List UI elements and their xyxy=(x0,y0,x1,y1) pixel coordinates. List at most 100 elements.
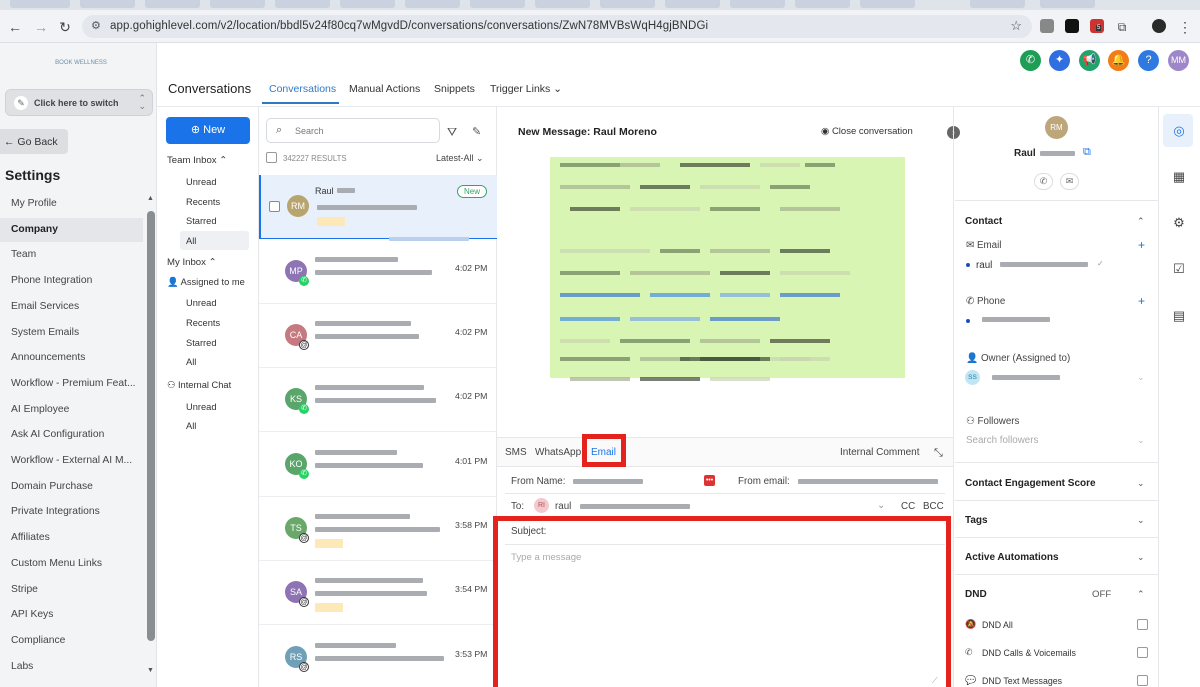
engagement-score-header[interactable]: Contact Engagement Score xyxy=(965,478,1096,489)
scroll-down-icon[interactable]: ▼ xyxy=(147,667,154,674)
my-unread[interactable]: Unread xyxy=(186,298,217,308)
cc-button[interactable]: CC xyxy=(901,501,915,512)
conversation-row[interactable]: KO ✆ 4:01 PM xyxy=(259,433,497,497)
conversation-row[interactable]: CA @4:02 PM xyxy=(259,304,497,368)
extension-dark-icon[interactable] xyxy=(1065,19,1079,33)
back-arrow-icon[interactable]: ← xyxy=(6,18,24,36)
camera-icon[interactable] xyxy=(1040,19,1054,33)
sidebar-item-ai-employee[interactable]: AI Employee xyxy=(0,398,143,422)
internal-chat-header[interactable]: ⚇ Internal Chat xyxy=(167,380,231,391)
sidebar-item-ask-ai-configuration[interactable]: Ask AI Configuration xyxy=(0,423,143,447)
conversation-row[interactable]: RS @3:53 PM xyxy=(259,626,497,687)
sidebar-item-team[interactable]: Team xyxy=(0,243,143,267)
team-starred[interactable]: Starred xyxy=(186,216,217,226)
new-conversation-button[interactable]: ⊕ New xyxy=(166,117,250,144)
puzzle-icon[interactable]: ⧉ xyxy=(1113,18,1131,36)
chevron-down-icon[interactable]: ⌄ xyxy=(1137,435,1145,446)
team-all[interactable]: All xyxy=(186,236,196,246)
megaphone-icon[interactable]: 📢 xyxy=(1079,50,1100,71)
dnd-header[interactable]: DND xyxy=(965,589,987,600)
owner-value-blur[interactable] xyxy=(992,375,1060,380)
contact-section-header[interactable]: Contact xyxy=(965,216,1002,227)
address-bar[interactable]: ⚙ app.gohighlevel.com/v2/location/bbdl5v… xyxy=(82,15,1032,38)
chevron-down-icon[interactable]: ⌄ xyxy=(1137,372,1145,383)
tab-internal-comment[interactable]: Internal Comment xyxy=(840,447,919,458)
dnd-all-checkbox[interactable] xyxy=(1137,619,1148,630)
tab-snippets[interactable]: Snippets xyxy=(434,83,475,95)
sidebar-item-workflow-external-ai-m[interactable]: Workflow - External AI M... xyxy=(0,449,143,473)
notes-icon[interactable]: ▤ xyxy=(1170,307,1188,325)
phone-value-blur[interactable] xyxy=(982,317,1050,322)
sort-dropdown[interactable]: Latest-All ⌄ xyxy=(436,153,484,164)
sidebar-item-announcements[interactable]: Announcements xyxy=(0,346,143,370)
site-info-icon[interactable]: ⚙ xyxy=(91,19,101,32)
sidebar-item-api-keys[interactable]: API Keys xyxy=(0,603,143,627)
sidebar-item-workflow-premium-feat[interactable]: Workflow - Premium Feat... xyxy=(0,372,143,396)
tab-sms[interactable]: SMS xyxy=(505,447,527,458)
chevron-up-icon[interactable]: ⌃ xyxy=(1137,216,1145,227)
followers-search[interactable]: Search followers xyxy=(966,435,1038,446)
sidebar-scrollbar[interactable] xyxy=(147,211,155,641)
select-all-checkbox[interactable] xyxy=(266,152,277,163)
sidebar-item-affiliates[interactable]: Affiliates xyxy=(0,526,143,550)
compose-icon[interactable]: ✎ xyxy=(472,125,481,138)
close-conversation-button[interactable]: ◉ Close conversation xyxy=(821,126,913,137)
assigned-to-me[interactable]: 👤 Assigned to me xyxy=(167,277,245,288)
calendar-icon[interactable]: ▦ xyxy=(1170,168,1188,186)
mail-icon[interactable]: ✉ xyxy=(1060,173,1079,190)
tags-header[interactable]: Tags xyxy=(965,515,988,526)
chevron-down-icon[interactable]: ⌄ xyxy=(1137,478,1145,489)
row-checkbox[interactable] xyxy=(269,201,280,212)
chevron-down-icon[interactable]: ⌄ xyxy=(877,500,885,511)
task-check-icon[interactable]: ☑ xyxy=(1170,260,1188,278)
search-input[interactable]: ⌕ Search xyxy=(266,118,440,143)
phone-icon[interactable]: ✆ xyxy=(1020,50,1041,71)
template-icon[interactable]: ••• xyxy=(704,475,715,486)
bcc-button[interactable]: BCC xyxy=(923,501,944,512)
quick-actions-icon[interactable]: ✦ xyxy=(1049,50,1070,71)
collapse-icon[interactable]: ⤡ xyxy=(934,447,943,460)
from-name-value[interactable] xyxy=(573,479,643,484)
my-all[interactable]: All xyxy=(186,357,196,367)
notification-bell-icon[interactable]: 🔔 xyxy=(1108,50,1129,71)
conversation-row[interactable]: RM Raul New xyxy=(259,175,497,241)
tab-manual-actions[interactable]: Manual Actions xyxy=(349,83,420,95)
sidebar-item-custom-menu-links[interactable]: Custom Menu Links xyxy=(0,552,143,576)
conversation-row[interactable]: KS ✆ 4:02 PM xyxy=(259,368,497,432)
chat-unread[interactable]: Unread xyxy=(186,402,217,412)
chevron-up-icon[interactable]: ⌃ xyxy=(1137,589,1145,600)
email-value[interactable]: raul xyxy=(976,260,992,271)
help-icon[interactable]: ? xyxy=(1138,50,1159,71)
profile-icon[interactable] xyxy=(1152,19,1166,33)
scroll-up-icon[interactable]: ▲ xyxy=(147,195,154,202)
workflow-icon[interactable]: ⚙ xyxy=(1170,214,1188,232)
more-menu-icon[interactable]: ⋮ xyxy=(1176,18,1194,36)
add-phone-icon[interactable]: + xyxy=(1138,294,1145,308)
tab-whatsapp[interactable]: WhatsApp xyxy=(535,447,581,458)
sidebar-item-stripe[interactable]: Stripe xyxy=(0,578,143,602)
bookmark-star-icon[interactable]: ☆ xyxy=(1010,18,1022,34)
filter-icon[interactable]: ⛛ xyxy=(447,125,457,140)
chat-all[interactable]: All xyxy=(186,421,196,431)
subject-input[interactable]: Subject: xyxy=(511,526,546,537)
location-switcher[interactable]: ✎ Click here to switch ⌃ ⌄ xyxy=(5,89,153,116)
reload-icon[interactable]: ↻ xyxy=(56,18,74,36)
sidebar-item-phone-integration[interactable]: Phone Integration xyxy=(0,269,143,293)
team-inbox-header[interactable]: Team Inbox ⌃ xyxy=(167,155,227,166)
conversation-row[interactable]: SA @3:54 PM xyxy=(259,561,497,625)
dnd-text-checkbox[interactable] xyxy=(1137,675,1148,686)
add-email-icon[interactable]: + xyxy=(1138,238,1145,252)
conversation-row[interactable]: MP ✆ 4:02 PM xyxy=(259,240,497,304)
sidebar-item-labs[interactable]: Labs xyxy=(0,655,143,679)
from-email-value[interactable] xyxy=(798,479,938,484)
sidebar-item-compliance[interactable]: Compliance xyxy=(0,629,143,653)
conversation-row[interactable]: TS @3:58 PM xyxy=(259,497,497,561)
active-automations-header[interactable]: Active Automations xyxy=(965,552,1059,563)
sidebar-item-my-profile[interactable]: My Profile xyxy=(0,192,143,216)
dnd-calls-checkbox[interactable] xyxy=(1137,647,1148,658)
sidebar-item-private-integrations[interactable]: Private Integrations xyxy=(0,500,143,524)
message-input[interactable]: Type a message xyxy=(511,552,581,563)
my-inbox-header[interactable]: My Inbox ⌃ xyxy=(167,257,217,268)
forward-arrow-icon[interactable]: → xyxy=(32,18,50,36)
sidebar-item-domain-purchase[interactable]: Domain Purchase xyxy=(0,475,143,499)
